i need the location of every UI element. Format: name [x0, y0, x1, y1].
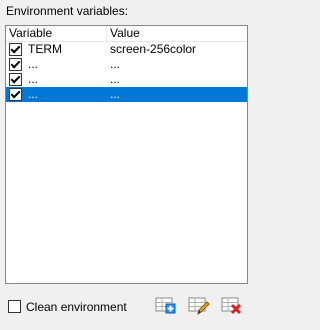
variable-name: ... [28, 57, 39, 71]
add-variable-button[interactable] [155, 295, 177, 317]
environment-variables-table[interactable]: Variable Value TERM screen-256color ... … [5, 25, 248, 284]
table-header: Variable Value [6, 26, 247, 42]
variable-value: screen-256color [110, 42, 197, 56]
table-row-selected[interactable]: ... ... [6, 87, 247, 102]
row-enabled-checkbox[interactable] [9, 73, 22, 86]
variable-name: ... [28, 72, 39, 86]
column-header-value[interactable]: Value [107, 26, 247, 41]
variable-value: ... [110, 57, 121, 71]
row-enabled-checkbox[interactable] [9, 88, 22, 101]
add-table-row-icon [155, 297, 176, 314]
row-enabled-checkbox[interactable] [9, 43, 22, 56]
column-header-variable[interactable]: Variable [6, 26, 107, 41]
variable-name: TERM [28, 42, 62, 56]
variable-name: ... [28, 87, 39, 101]
clean-environment-label[interactable]: Clean environment [26, 300, 127, 315]
environment-variables-label: Environment variables: [6, 4, 129, 18]
row-enabled-checkbox[interactable] [9, 58, 22, 71]
edit-table-row-icon [188, 297, 210, 316]
table-row[interactable]: TERM screen-256color [6, 42, 247, 57]
variable-value: ... [110, 72, 121, 86]
clean-environment-checkbox[interactable] [8, 300, 21, 313]
table-row[interactable]: ... ... [6, 57, 247, 72]
edit-variable-button[interactable] [188, 295, 210, 317]
variable-value: ... [110, 87, 121, 101]
delete-variable-button[interactable] [221, 295, 243, 317]
table-row[interactable]: ... ... [6, 72, 247, 87]
delete-table-row-icon [221, 297, 242, 315]
